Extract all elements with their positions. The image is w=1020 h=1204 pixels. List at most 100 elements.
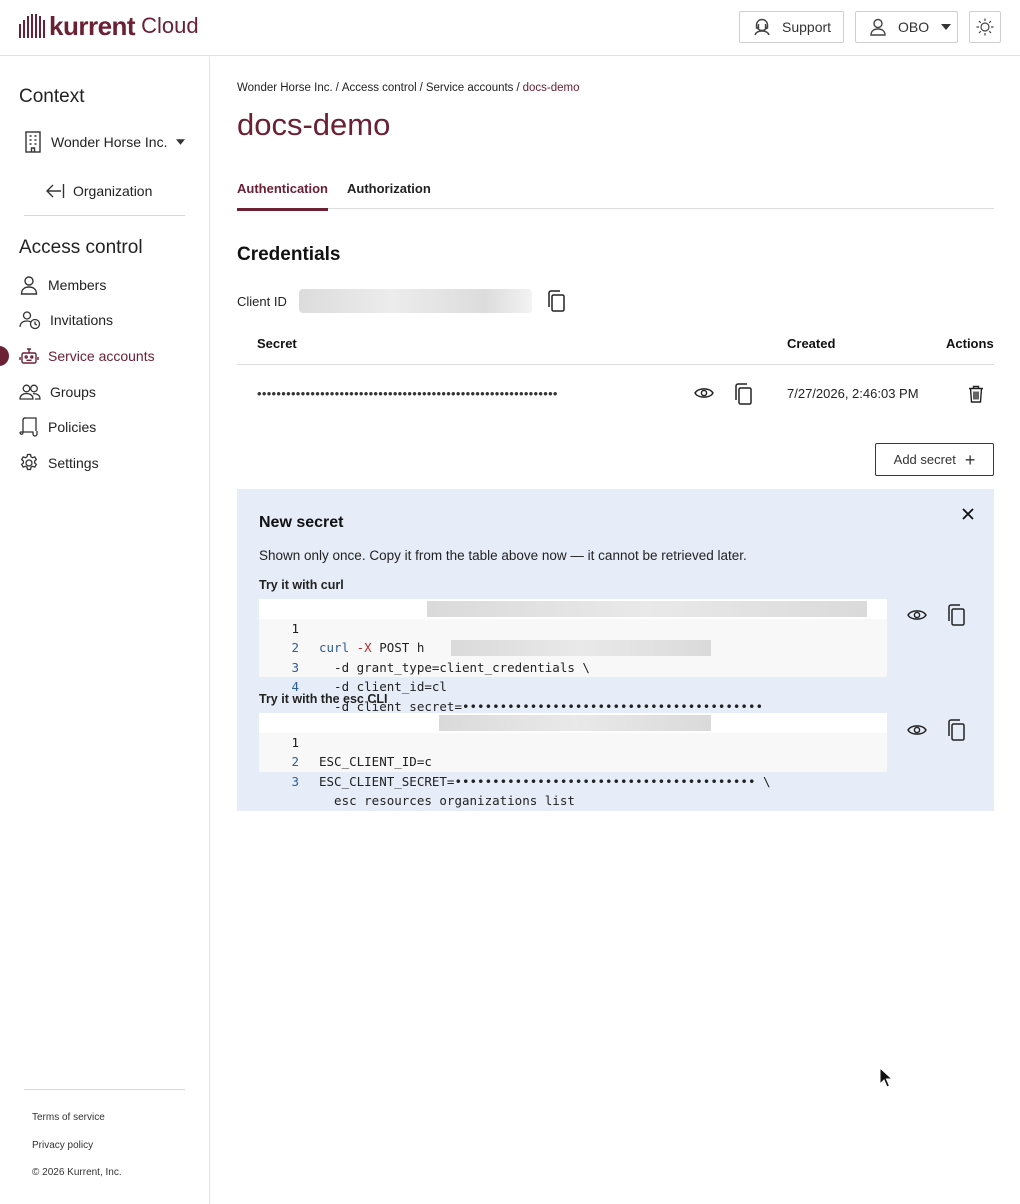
person-clock-icon: [19, 311, 41, 330]
organization-label: Organization: [73, 183, 153, 199]
redacted-client-id: [451, 640, 711, 656]
privacy-link[interactable]: Privacy policy: [32, 1140, 93, 1151]
user-icon: [870, 18, 886, 36]
code-line: 3 esc resources organizations list: [259, 752, 887, 809]
show-curl-eye-icon[interactable]: [907, 608, 927, 622]
copyright-text: © 2026 Kurrent, Inc.: [32, 1167, 122, 1178]
code-line: 1 ESC_CLIENT_ID=c: [259, 713, 887, 769]
add-secret-label: Add secret: [893, 452, 956, 467]
column-header-secret: Secret: [257, 336, 297, 351]
logo-mark-icon: [19, 14, 45, 38]
sidebar-item-invitations[interactable]: Invitations: [0, 303, 210, 339]
sidebar-item-label: Members: [48, 276, 107, 293]
new-secret-panel: New secret Shown only once. Copy it from…: [237, 489, 994, 811]
sidebar-item-label: Settings: [48, 454, 99, 471]
tab-authentication[interactable]: Authentication: [237, 181, 328, 211]
kurrent-cloud-logo[interactable]: kurrent Cloud: [19, 10, 199, 41]
context-selector[interactable]: Wonder Horse Inc.: [24, 131, 186, 153]
access-control-title: Access control: [19, 237, 143, 258]
sidebar-item-service-accounts[interactable]: Service accounts: [0, 338, 210, 374]
building-icon: [25, 131, 41, 153]
support-label: Support: [782, 19, 832, 35]
sidebar-item-settings[interactable]: Settings: [0, 445, 210, 481]
copy-secret-icon[interactable]: [733, 383, 753, 405]
add-secret-button[interactable]: Add secret +: [875, 443, 994, 476]
gear-icon: [20, 453, 38, 470]
new-secret-title: New secret: [259, 514, 344, 531]
breadcrumb-item[interactable]: Wonder Horse Inc.: [237, 82, 333, 94]
delete-secret-trash-icon[interactable]: [968, 385, 984, 403]
credentials-title: Credentials: [237, 244, 341, 265]
user-menu-button[interactable]: OBO: [855, 11, 958, 43]
access-control-nav: Members Invitations Service accounts Gro…: [0, 267, 210, 481]
code-line: 3 -d client_id=cl: [259, 638, 887, 694]
breadcrumb: Wonder Horse Inc. / Access control / Service…: [237, 82, 580, 94]
sun-icon: [976, 18, 994, 36]
people-icon: [19, 384, 41, 400]
context-title: Context: [19, 86, 85, 107]
line-number: 3: [291, 773, 299, 789]
breadcrumb-item[interactable]: Access control: [342, 82, 417, 94]
person-icon: [20, 276, 38, 295]
tab-bar: Authentication Authorization: [237, 177, 994, 211]
sidebar-divider: [24, 215, 185, 216]
sidebar-item-policies[interactable]: Policies: [0, 409, 210, 445]
breadcrumb-item[interactable]: Service accounts: [426, 82, 514, 94]
chevron-down-icon: [176, 139, 186, 145]
client-id-value-redacted: [298, 289, 532, 313]
redacted-client-id: [439, 715, 711, 731]
brand-suffix: Cloud: [141, 13, 199, 38]
terms-link[interactable]: Terms of service: [32, 1112, 105, 1123]
organization-link[interactable]: Organization: [45, 183, 152, 199]
sidebar-item-groups[interactable]: Groups: [0, 374, 210, 410]
tab-authorization[interactable]: Authorization: [347, 181, 431, 208]
secret-masked-value: ••••••••••••••••••••••••••••••••••••••••…: [257, 386, 558, 401]
code-text: esc resources organizations list: [319, 793, 575, 808]
sidebar-item-label: Groups: [50, 383, 96, 400]
breadcrumb-current: docs-demo: [522, 82, 580, 94]
support-icon: [754, 18, 770, 36]
scroll-icon: [19, 417, 38, 437]
top-bar: kurrent Cloud Support OBO: [0, 0, 1020, 56]
sidebar-item-label: Invitations: [50, 312, 114, 329]
back-arrow-icon: [46, 184, 65, 198]
context-value: Wonder Horse Inc.: [51, 134, 168, 150]
code-line: 2 ESC_CLIENT_SECRET=••••••••••••••••••••…: [259, 733, 887, 789]
sidebar: Context Wonder Horse Inc. Organization A…: [0, 57, 210, 1204]
user-label: OBO: [898, 19, 930, 35]
secrets-table-header: Secret Created Actions: [237, 335, 994, 365]
copy-curl-icon[interactable]: [946, 604, 966, 626]
code-line: 1 curl -X POST h: [259, 599, 887, 655]
client-id-label: Client ID: [237, 293, 287, 309]
curl-label: Try it with curl: [259, 578, 344, 592]
close-icon[interactable]: [960, 506, 976, 522]
plus-icon: +: [964, 449, 976, 470]
show-secret-eye-icon[interactable]: [694, 386, 714, 400]
cli-code-block: 1 ESC_CLIENT_ID=c 2 ESC_CLIENT_SECRET=••…: [259, 713, 887, 809]
footer-divider: [24, 1089, 185, 1090]
show-cli-eye-icon[interactable]: [907, 723, 927, 737]
curl-code-block: 1 curl -X POST h 2 -d grant_type=client_…: [259, 599, 887, 714]
code-line: 4 -d client_secret=•••••••••••••••••••••…: [259, 658, 887, 714]
sidebar-item-label: Policies: [48, 419, 97, 436]
theme-toggle-button[interactable]: [969, 11, 1001, 43]
page-title: docs-demo: [237, 107, 391, 142]
sidebar-item-label: Service accounts: [48, 347, 155, 364]
support-button[interactable]: Support: [739, 11, 844, 43]
robot-icon: [19, 348, 39, 364]
sidebar-item-members[interactable]: Members: [0, 267, 210, 303]
copy-cli-icon[interactable]: [946, 719, 966, 741]
copy-client-id-icon[interactable]: [546, 290, 566, 312]
active-indicator: [0, 346, 9, 367]
table-row: ••••••••••••••••••••••••••••••••••••••••…: [237, 366, 994, 424]
chevron-down-icon: [941, 24, 952, 30]
brand-name: kurrent: [49, 10, 136, 41]
mouse-cursor-icon: [879, 1067, 894, 1088]
client-id-row: Client ID: [237, 289, 566, 313]
column-header-created: Created: [787, 336, 836, 351]
code-line: 2 -d grant_type=client_credentials \: [259, 619, 887, 675]
redacted-url: [427, 601, 867, 617]
secret-created-date: 7/27/2026, 2:46:03 PM: [787, 386, 919, 401]
column-header-actions: Actions: [946, 336, 994, 351]
cli-label: Try it with the esc CLI: [259, 692, 388, 706]
